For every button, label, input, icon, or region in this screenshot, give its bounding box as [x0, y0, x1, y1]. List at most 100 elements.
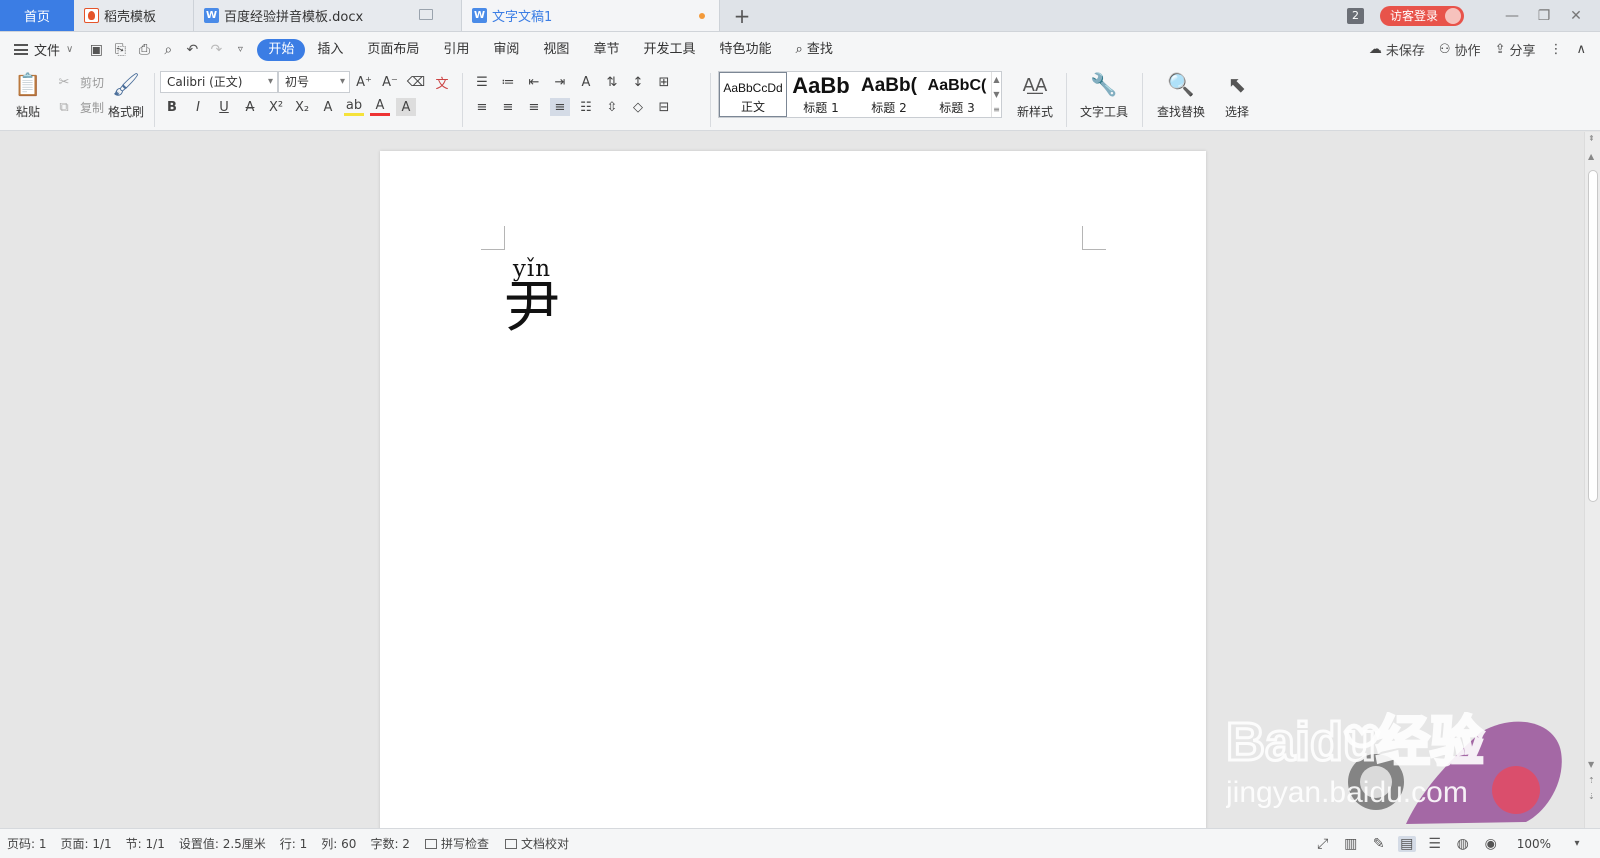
next-page-icon[interactable]: ⇣	[1588, 792, 1595, 801]
document-area[interactable]: yǐn 尹	[0, 132, 1584, 828]
bold-icon[interactable]: B	[162, 98, 182, 116]
pinyin-ruby-text[interactable]: yǐn 尹	[504, 256, 560, 336]
scroll-up-icon[interactable]: ▲	[1588, 152, 1594, 161]
strikethrough-icon[interactable]: A	[240, 98, 260, 116]
tab-references[interactable]: 引用	[431, 39, 481, 61]
scroll-down-icon[interactable]: ▼	[1588, 760, 1594, 769]
find-replace-button[interactable]: 🔍 查找替换	[1150, 71, 1212, 120]
status-word-count[interactable]: 字数: 2	[363, 835, 417, 852]
font-color-icon[interactable]: A	[370, 98, 390, 116]
collapse-ribbon-icon[interactable]: ∧	[1576, 42, 1586, 57]
tab-review[interactable]: 审阅	[481, 39, 531, 61]
text-tools-button[interactable]: 🔧 文字工具	[1074, 71, 1134, 120]
guest-login-button[interactable]: 访客登录	[1379, 5, 1464, 26]
style-heading-1[interactable]: AaBb 标题 1	[787, 72, 855, 117]
font-name-select[interactable]: Calibri (正文)	[160, 71, 278, 93]
style-normal[interactable]: AaBbCcDd 正文	[719, 72, 787, 117]
status-row[interactable]: 行: 1	[273, 835, 315, 852]
distribute-icon[interactable]: ☷	[576, 98, 596, 116]
text-direction-icon[interactable]: A	[576, 73, 596, 91]
styles-scroll[interactable]: ▲ ▼ ≡	[991, 72, 1001, 117]
status-setting[interactable]: 设置值: 2.5厘米	[172, 835, 273, 852]
outline-view-icon[interactable]: ☰	[1426, 836, 1444, 852]
copy-button[interactable]: ⧉ 复制	[54, 98, 104, 116]
spell-check-button[interactable]: 拼写检查	[417, 835, 497, 852]
select-button[interactable]: ⬉ 选择	[1218, 71, 1256, 120]
tab-document-1[interactable]: W 文字文稿1	[462, 0, 720, 31]
close-icon[interactable]: ✕	[1560, 8, 1592, 24]
style-heading-2[interactable]: AaBb( 标题 2	[855, 72, 923, 117]
restore-icon[interactable]: ❐	[1528, 8, 1560, 24]
scrollbar-thumb[interactable]	[1588, 170, 1598, 502]
tab-developer[interactable]: 开发工具	[631, 39, 707, 61]
superscript-icon[interactable]: X²	[266, 98, 286, 116]
chevron-up-icon[interactable]: ▲	[993, 75, 999, 84]
line-spacing-icon[interactable]: ↕	[628, 73, 648, 91]
eye-protection-icon[interactable]: ◉	[1482, 836, 1500, 852]
paste-button[interactable]: 📋 粘贴	[10, 71, 46, 120]
tab-home[interactable]: 首页	[0, 0, 74, 31]
collaborate-button[interactable]: ⚇ 协作	[1439, 40, 1481, 59]
edit-view-icon[interactable]: ✎	[1370, 836, 1388, 852]
tab-special[interactable]: 特色功能	[707, 39, 783, 61]
tab-home-ribbon[interactable]: 开始	[257, 38, 306, 61]
format-painter-button[interactable]: 🖌 格式刷	[106, 71, 146, 120]
prev-page-icon[interactable]: ⇡	[1588, 776, 1595, 785]
scroll-top-icon[interactable]: ⇞	[1588, 134, 1595, 143]
status-section[interactable]: 节: 1/1	[119, 835, 172, 852]
spacing-icon[interactable]: ⇳	[602, 98, 622, 116]
align-left-icon[interactable]: ≡	[472, 98, 492, 116]
align-right-icon[interactable]: ≡	[524, 98, 544, 116]
sort-icon[interactable]: ⇅	[602, 73, 622, 91]
align-center-icon[interactable]: ≡	[498, 98, 518, 116]
file-menu[interactable]: 文件 ∨	[14, 40, 73, 59]
customize-icon[interactable]: ▿	[231, 41, 249, 59]
numbered-list-icon[interactable]: ≔	[498, 73, 518, 91]
tab-page-layout[interactable]: 页面布局	[355, 39, 431, 61]
status-col[interactable]: 列: 60	[314, 835, 363, 852]
zoom-dropdown-icon[interactable]: ▾	[1568, 836, 1586, 852]
phonetic-guide-icon[interactable]: 文	[432, 73, 452, 92]
screen-icon[interactable]	[419, 9, 433, 20]
add-tab-button[interactable]: +	[720, 0, 764, 31]
vertical-scrollbar[interactable]: ⇞ ▲ ▼ ⇡ ⇣	[1584, 132, 1600, 828]
highlight-icon[interactable]: ab	[344, 98, 364, 116]
expand-icon[interactable]: ≡	[993, 105, 1000, 114]
text-effect-icon[interactable]: A	[318, 98, 338, 116]
undo-icon[interactable]: ↶	[183, 41, 201, 59]
minimize-icon[interactable]: —	[1496, 8, 1528, 24]
save-icon[interactable]: ▣	[87, 41, 105, 59]
cut-button[interactable]: ✂ 剪切	[54, 73, 104, 91]
shading-icon[interactable]: ◇	[628, 98, 648, 116]
print-icon[interactable]: ⎙	[135, 41, 153, 59]
redo-icon[interactable]: ↷	[207, 41, 225, 59]
page-view-icon[interactable]: ▤	[1397, 835, 1416, 852]
search-command[interactable]: ⌕ 查找	[783, 39, 844, 61]
decrease-indent-icon[interactable]: ⇤	[524, 73, 544, 91]
char-shading-icon[interactable]: A	[396, 98, 416, 116]
reading-view-icon[interactable]: ▥	[1342, 836, 1360, 852]
shrink-font-icon[interactable]: A⁻	[380, 73, 400, 91]
style-heading-3[interactable]: AaBbC( 标题 3	[923, 72, 991, 117]
share-button[interactable]: ⇪ 分享	[1495, 40, 1536, 59]
tab-docer-templates[interactable]: 稻壳模板	[74, 0, 194, 31]
tab-baidu-pinyin-template[interactable]: W 百度经验拼音模板.docx	[194, 0, 462, 31]
increase-indent-icon[interactable]: ⇥	[550, 73, 570, 91]
zoom-level[interactable]: 100%	[1510, 837, 1558, 851]
new-style-button[interactable]: A͟A 新样式	[1010, 71, 1060, 120]
more-icon[interactable]: ⋮	[1549, 42, 1562, 57]
table-icon[interactable]: ⊞	[654, 73, 674, 91]
borders-icon[interactable]: ⊟	[654, 98, 674, 116]
justify-icon[interactable]: ≡	[550, 98, 570, 116]
clear-format-icon[interactable]: ⌫	[406, 73, 426, 91]
font-size-select[interactable]: 初号	[278, 71, 350, 93]
proofread-button[interactable]: 文档校对	[497, 835, 577, 852]
print-preview-icon[interactable]: ⌕	[159, 41, 177, 59]
bullet-list-icon[interactable]: ☰	[472, 73, 492, 91]
tab-view[interactable]: 视图	[531, 39, 581, 61]
tab-insert[interactable]: 插入	[305, 39, 355, 61]
status-pages[interactable]: 页面: 1/1	[54, 835, 119, 852]
italic-icon[interactable]: I	[188, 98, 208, 116]
status-page[interactable]: 页码: 1	[0, 835, 54, 852]
fullscreen-icon[interactable]: ⤢	[1314, 836, 1332, 852]
